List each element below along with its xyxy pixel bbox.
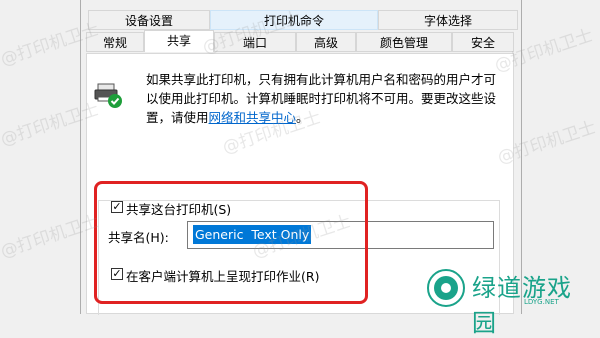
highlight-box	[94, 181, 368, 304]
tab-color-management[interactable]: 颜色管理	[356, 32, 452, 52]
logo-icon	[427, 269, 465, 307]
tab-security[interactable]: 安全	[452, 32, 514, 52]
shared-printer-icon	[94, 83, 122, 108]
site-logo: 绿道游戏园 LDYG.NET	[424, 268, 594, 337]
sharing-description: 如果共享此打印机，只有拥有此计算机用户名和密码的用户才可以使用此打印机。计算机睡…	[146, 70, 506, 127]
tab-ports[interactable]: 端口	[214, 32, 296, 52]
logo-subtext: LDYG.NET	[524, 298, 559, 306]
tab-font-selection[interactable]: 字体选择	[378, 10, 518, 30]
sharing-description-text: 如果共享此打印机，只有拥有此计算机用户名和密码的用户才可以使用此打印机。计算机睡…	[146, 72, 497, 125]
tab-sharing[interactable]: 共享	[144, 30, 214, 52]
tab-general[interactable]: 常规	[86, 32, 144, 52]
sharing-description-suffix: 。	[296, 110, 309, 125]
tab-advanced[interactable]: 高级	[296, 32, 356, 52]
network-sharing-center-link[interactable]: 网络和共享中心	[209, 110, 297, 125]
tab-printer-commands[interactable]: 打印机命令	[210, 10, 378, 30]
tab-device-settings[interactable]: 设备设置	[88, 10, 210, 30]
